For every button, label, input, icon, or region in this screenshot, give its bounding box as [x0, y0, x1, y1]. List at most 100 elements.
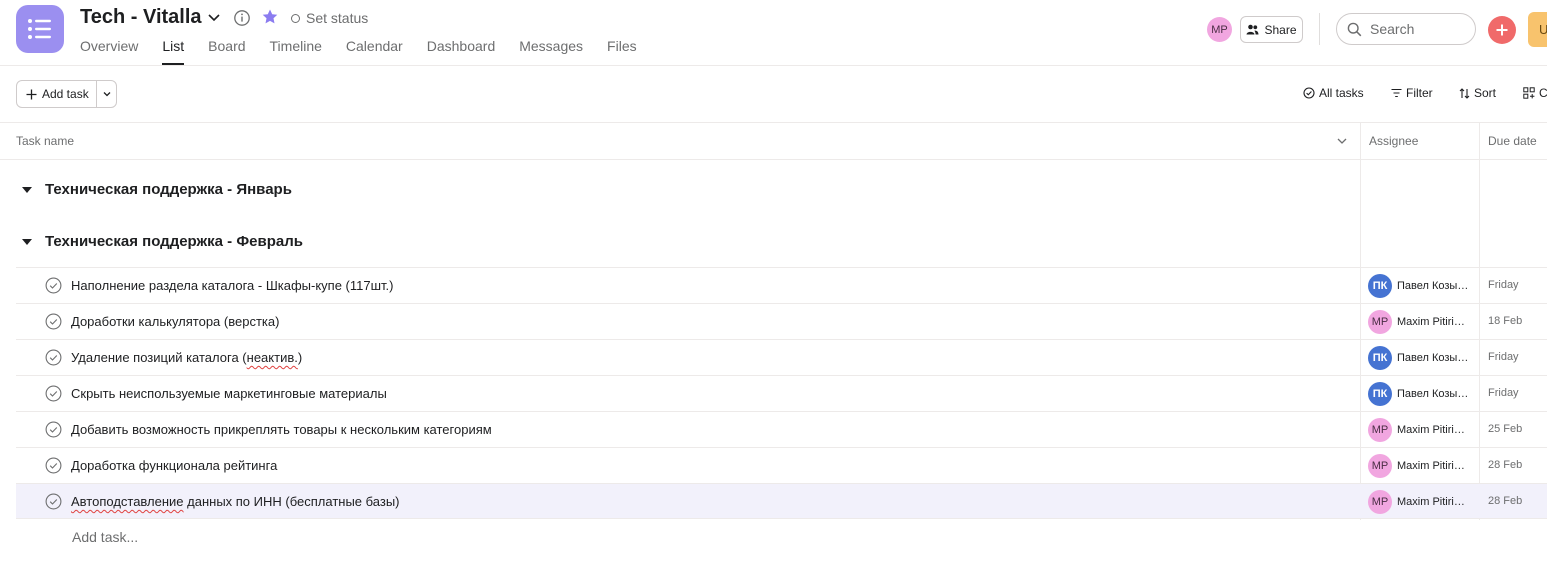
share-button[interactable]: Share	[1240, 16, 1303, 43]
task-name-part: )	[297, 350, 303, 365]
task-row[interactable]: Удаление позиций каталога (неактив.) ПК …	[16, 339, 1547, 375]
task-assignee[interactable]: MP Maxim Pitirimov	[1368, 454, 1478, 478]
caret-down-icon[interactable]	[22, 238, 32, 245]
filter-label: Filter	[1406, 86, 1433, 100]
task-row[interactable]: Наполнение раздела каталога - Шкафы-купе…	[16, 267, 1547, 303]
task-name[interactable]: Доработка функционала рейтинга	[71, 448, 277, 483]
chevron-down-icon[interactable]	[206, 9, 222, 25]
star-icon[interactable]	[261, 8, 279, 26]
set-status-label: Set status	[306, 10, 369, 26]
tab-overview[interactable]: Overview	[80, 38, 138, 66]
check-circle-icon[interactable]	[45, 421, 62, 438]
task-due-date[interactable]: 28 Feb	[1488, 484, 1522, 519]
add-task-label: Add task	[42, 87, 89, 101]
check-circle-icon[interactable]	[45, 493, 62, 510]
search-box[interactable]	[1336, 13, 1476, 45]
chevron-down-icon[interactable]	[1336, 135, 1348, 147]
caret-down-icon[interactable]	[22, 186, 32, 193]
section-title: Техническая поддержка - Январь	[45, 181, 292, 198]
set-status-button[interactable]: Set status	[291, 10, 368, 26]
check-circle-icon[interactable]	[45, 313, 62, 330]
share-people-icon	[1246, 24, 1259, 35]
tab-files[interactable]: Files	[607, 38, 637, 66]
all-tasks-button[interactable]: All tasks	[1303, 86, 1364, 100]
task-name[interactable]: Добавить возможность прикреплять товары …	[71, 412, 492, 447]
status-circle-icon	[291, 13, 300, 23]
filter-icon	[1391, 88, 1402, 98]
section-header[interactable]: Техническая поддержка - Февраль	[22, 233, 303, 250]
add-task-dropdown[interactable]	[97, 81, 116, 107]
search-input[interactable]	[1370, 21, 1460, 37]
task-assignee[interactable]: ПК Павел Козырев	[1368, 346, 1478, 370]
assignee-name: Павел Козырев	[1397, 388, 1473, 400]
share-label: Share	[1264, 22, 1297, 37]
tab-timeline[interactable]: Timeline	[270, 38, 322, 66]
project-list-icon[interactable]	[16, 5, 64, 53]
task-name[interactable]: Скрыть неиспользуемые маркетинговые мате…	[71, 376, 387, 411]
search-icon	[1347, 22, 1362, 36]
task-due-date[interactable]: Friday	[1488, 268, 1519, 303]
section-header[interactable]: Техническая поддержка - Январь	[22, 181, 292, 198]
task-name[interactable]: Удаление позиций каталога (неактив.)	[71, 340, 302, 375]
avatar: MP	[1368, 490, 1392, 514]
assignee-name: Maxim Pitirimov	[1397, 460, 1473, 472]
task-due-date[interactable]: 25 Feb	[1488, 412, 1522, 447]
customize-label: C	[1539, 86, 1547, 100]
task-name[interactable]: Доработки калькулятора (верстка)	[71, 304, 279, 339]
avatar: ПК	[1368, 382, 1392, 406]
task-name-misspelled: Автоподставление	[71, 494, 184, 509]
task-assignee[interactable]: ПК Павел Козырев	[1368, 382, 1478, 406]
task-row[interactable]: Скрыть неиспользуемые маркетинговые мате…	[16, 375, 1547, 411]
task-name[interactable]: Автоподставление данных по ИНН (бесплатн…	[71, 484, 400, 519]
avatar: MP	[1368, 418, 1392, 442]
task-assignee[interactable]: MP Maxim Pitirimov	[1368, 418, 1478, 442]
tab-list[interactable]: List	[162, 38, 184, 66]
task-row[interactable]: Автоподставление данных по ИНН (бесплатн…	[16, 483, 1547, 519]
tab-board[interactable]: Board	[208, 38, 245, 66]
check-circle-icon[interactable]	[45, 385, 62, 402]
assignee-name: Maxim Pitirimov	[1397, 424, 1473, 436]
upgrade-button[interactable]: U	[1528, 12, 1547, 47]
task-assignee[interactable]: ПК Павел Козырев	[1368, 274, 1478, 298]
check-circle-icon[interactable]	[45, 349, 62, 366]
column-task-name[interactable]: Task name	[16, 123, 74, 160]
chevron-down-icon	[103, 92, 110, 97]
check-circle-icon[interactable]	[45, 277, 62, 294]
tab-messages[interactable]: Messages	[519, 38, 583, 66]
task-name-misspelled: неактив.	[246, 350, 298, 365]
task-due-date[interactable]: 28 Feb	[1488, 448, 1522, 483]
section-title: Техническая поддержка - Февраль	[45, 233, 303, 250]
column-assignee[interactable]: Assignee	[1369, 123, 1418, 160]
create-button[interactable]	[1488, 16, 1516, 44]
member-avatar[interactable]: MP	[1207, 17, 1232, 42]
assignee-name: Maxim Pitirimov	[1397, 316, 1473, 328]
add-task-button[interactable]: Add task	[17, 81, 97, 107]
table-header: Task name Assignee Due date	[0, 122, 1547, 160]
task-due-date[interactable]: 18 Feb	[1488, 304, 1522, 339]
task-assignee[interactable]: MP Maxim Pitirimov	[1368, 490, 1478, 514]
tab-calendar[interactable]: Calendar	[346, 38, 403, 66]
header-divider	[1319, 13, 1320, 45]
task-name-part: Удаление позиций каталога (	[71, 350, 247, 365]
check-circle-icon[interactable]	[45, 457, 62, 474]
task-due-date[interactable]: Friday	[1488, 376, 1519, 411]
info-icon[interactable]	[233, 9, 251, 27]
task-row[interactable]: Добавить возможность прикреплять товары …	[16, 411, 1547, 447]
project-title[interactable]: Tech - Vitalla	[80, 6, 202, 29]
tab-dashboard[interactable]: Dashboard	[427, 38, 496, 66]
task-assignee[interactable]: MP Maxim Pitirimov	[1368, 310, 1478, 334]
task-name-part: данных по ИНН (бесплатные базы)	[183, 494, 400, 509]
task-due-date[interactable]: Friday	[1488, 340, 1519, 375]
project-tabs: Overview List Board Timeline Calendar Da…	[80, 38, 661, 66]
task-row[interactable]: Доработки калькулятора (верстка) MP Maxi…	[16, 303, 1547, 339]
customize-icon	[1523, 87, 1535, 99]
customize-button[interactable]: C	[1523, 86, 1547, 100]
sort-button[interactable]: Sort	[1459, 86, 1496, 100]
filter-button[interactable]: Filter	[1391, 86, 1433, 100]
sort-icon	[1459, 87, 1470, 99]
assignee-name: Павел Козырев	[1397, 280, 1473, 292]
add-task-inline[interactable]: Add task...	[72, 529, 138, 545]
task-name[interactable]: Наполнение раздела каталога - Шкафы-купе…	[71, 268, 393, 303]
task-row[interactable]: Доработка функционала рейтинга MP Maxim …	[16, 447, 1547, 483]
column-due-date[interactable]: Due date	[1488, 123, 1537, 160]
